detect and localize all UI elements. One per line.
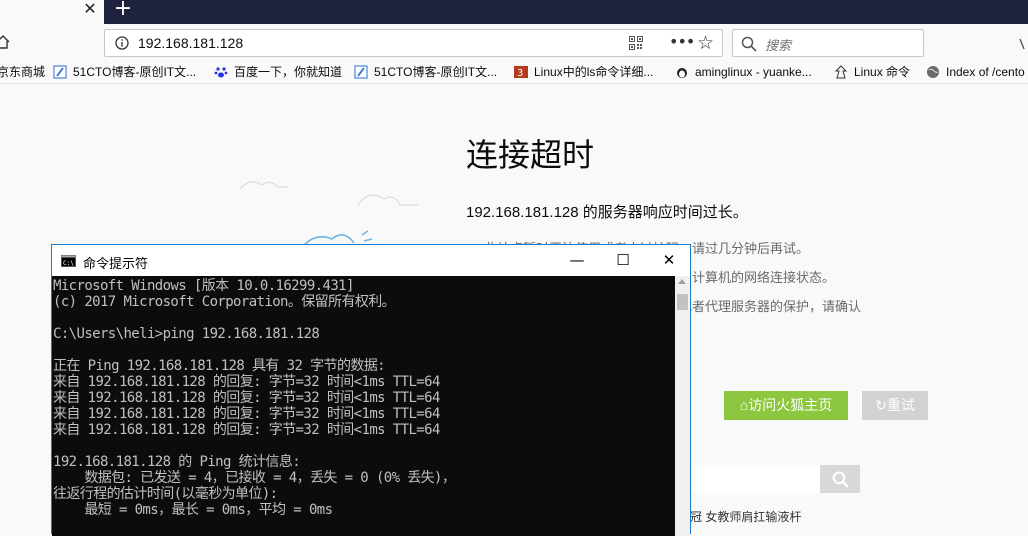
home-icon[interactable] (0, 35, 10, 49)
bookmark-51cto-icon (53, 65, 67, 79)
bookmark-51cto-icon (354, 65, 368, 79)
visit-firefox-home-button[interactable]: ⌂访问火狐主页 (724, 391, 848, 420)
close-button[interactable]: ✕ (646, 245, 692, 276)
refresh-icon: ↻ (875, 397, 887, 413)
retry-button-label: 重试 (886, 397, 915, 413)
tab-close-icon[interactable]: ✕ (80, 0, 100, 20)
page-search-input[interactable] (680, 465, 820, 493)
bookmark-label: 百度一下，你就知道 (234, 65, 343, 79)
cmd-titlebar[interactable]: C:\ 命令提示符 — ☐ ✕ (52, 245, 690, 276)
info-icon[interactable] (115, 36, 129, 50)
svg-text:3: 3 (517, 68, 523, 79)
terminal-line: 来自 192.168.181.128 的回复: 字节=32 时间<1ms TTL… (53, 374, 440, 390)
bookmark-label: aminglinux - yuanke... (695, 65, 812, 79)
url-text[interactable]: 192.168.181.128 (138, 35, 243, 51)
bookmark-51cto-1[interactable]: 51CTO博客-原创IT文... (53, 63, 196, 81)
terminal-line: 最短 = 0ms，最长 = 0ms，平均 = 0ms (53, 502, 333, 518)
cmd-title: 命令提示符 (83, 256, 149, 271)
terminal-line: 192.168.181.128 的 Ping 统计信息: (53, 454, 301, 470)
linux-cmd-icon (834, 65, 848, 79)
terminal-line: (c) 2017 Microsoft Corporation。保留所有权利。 (53, 294, 396, 310)
bookmark-aminglinux[interactable]: aminglinux - yuanke... (675, 63, 812, 81)
bookmark-baidu[interactable]: 百度一下，你就知道 (214, 63, 342, 81)
tab-strip: ✕ + (0, 0, 1028, 24)
search-input[interactable]: 搜索 (732, 29, 924, 57)
search-icon (741, 36, 757, 52)
terminal-line: C:\Users\heli>ping 192.168.181.128 (53, 326, 320, 342)
page-actions-icon[interactable]: ••• (669, 34, 695, 51)
qr-code-icon[interactable] (629, 36, 643, 50)
cnblogs-icon: 3 (514, 66, 528, 79)
scroll-up-icon[interactable] (678, 279, 686, 284)
terminal-line: 正在 Ping 192.168.181.128 具有 32 字节的数据: (53, 358, 386, 374)
svg-text:C:\: C:\ (63, 260, 74, 267)
new-tab-icon[interactable]: + (113, 0, 133, 22)
bookmark-label: 京东商城 (0, 65, 46, 79)
bookmark-jd[interactable]: 京东商城 (0, 63, 45, 81)
terminal-line: 往返行程的估计时间(以毫秒为单位): (53, 486, 278, 502)
url-bar[interactable]: 192.168.181.128 ••• ☆ (104, 29, 723, 57)
globe-icon (927, 66, 939, 78)
error-description: 192.168.181.128 的服务器响应时间过长。 (466, 204, 748, 221)
bookmark-51cto-2[interactable]: 51CTO博客-原创IT文... (354, 63, 497, 81)
bookmark-ls-command[interactable]: 3 Linux中的ls命令详细... (514, 63, 653, 81)
bookmark-label: Linux 命令 (854, 65, 911, 79)
page-search-button[interactable] (820, 465, 860, 493)
bookmark-star-icon[interactable]: ☆ (697, 33, 717, 53)
retry-button[interactable]: ↻重试 (862, 391, 928, 420)
home-button-label: 访问火狐主页 (748, 397, 833, 413)
maximize-button[interactable]: ☐ (600, 245, 646, 276)
bookmark-label: Index of /cento (946, 65, 1025, 79)
baidu-paw-icon (214, 67, 228, 78)
active-tab[interactable]: ✕ (0, 0, 104, 24)
bookmark-linux-cmd[interactable]: Linux 命令 (834, 63, 910, 81)
home-outline-icon: ⌂ (739, 397, 749, 413)
error-title: 连接超时 (466, 137, 595, 173)
bookmark-label: 51CTO博客-原创IT文... (374, 65, 498, 79)
bookmark-label: 51CTO博客-原创IT文... (73, 65, 197, 79)
tux-icon (677, 68, 687, 78)
terminal-line: 来自 192.168.181.128 的回复: 字节=32 时间<1ms TTL… (53, 422, 440, 438)
library-icon[interactable] (1018, 38, 1028, 50)
navigation-bar: 192.168.181.128 ••• ☆ 搜索 (0, 24, 1028, 61)
terminal-output[interactable]: Microsoft Windows [版本 10.0.16299.431] (c… (52, 276, 675, 536)
terminal-line: 来自 192.168.181.128 的回复: 字节=32 时间<1ms TTL… (53, 390, 440, 406)
scrollbar-thumb[interactable] (677, 294, 688, 310)
command-prompt-window[interactable]: C:\ 命令提示符 — ☐ ✕ Microsoft Windows [版本 10… (51, 244, 691, 536)
bookmark-label: Linux中的ls命令详细... (534, 65, 654, 79)
minimize-button[interactable]: — (554, 245, 600, 276)
vertical-scrollbar[interactable] (675, 276, 690, 536)
terminal-icon: C:\ (61, 255, 76, 267)
terminal-line: Microsoft Windows [版本 10.0.16299.431] (53, 278, 354, 294)
news-headline[interactable]: 冠 女教师肩扛输液杆 (690, 508, 801, 525)
cloud-illustration (239, 181, 418, 254)
bookmarks-toolbar: 京东商城 51CTO博客-原创IT文... 百度一下，你就知道 51CTO博客-… (0, 61, 1028, 84)
terminal-line: 数据包: 已发送 = 4，已接收 = 4，丢失 = 0 (0% 丢失)， (53, 470, 456, 486)
bookmark-index-of[interactable]: Index of /cento (926, 63, 1025, 81)
terminal-line: 来自 192.168.181.128 的回复: 字节=32 时间<1ms TTL… (53, 406, 440, 422)
search-placeholder: 搜索 (765, 38, 792, 53)
search-icon (832, 471, 849, 488)
